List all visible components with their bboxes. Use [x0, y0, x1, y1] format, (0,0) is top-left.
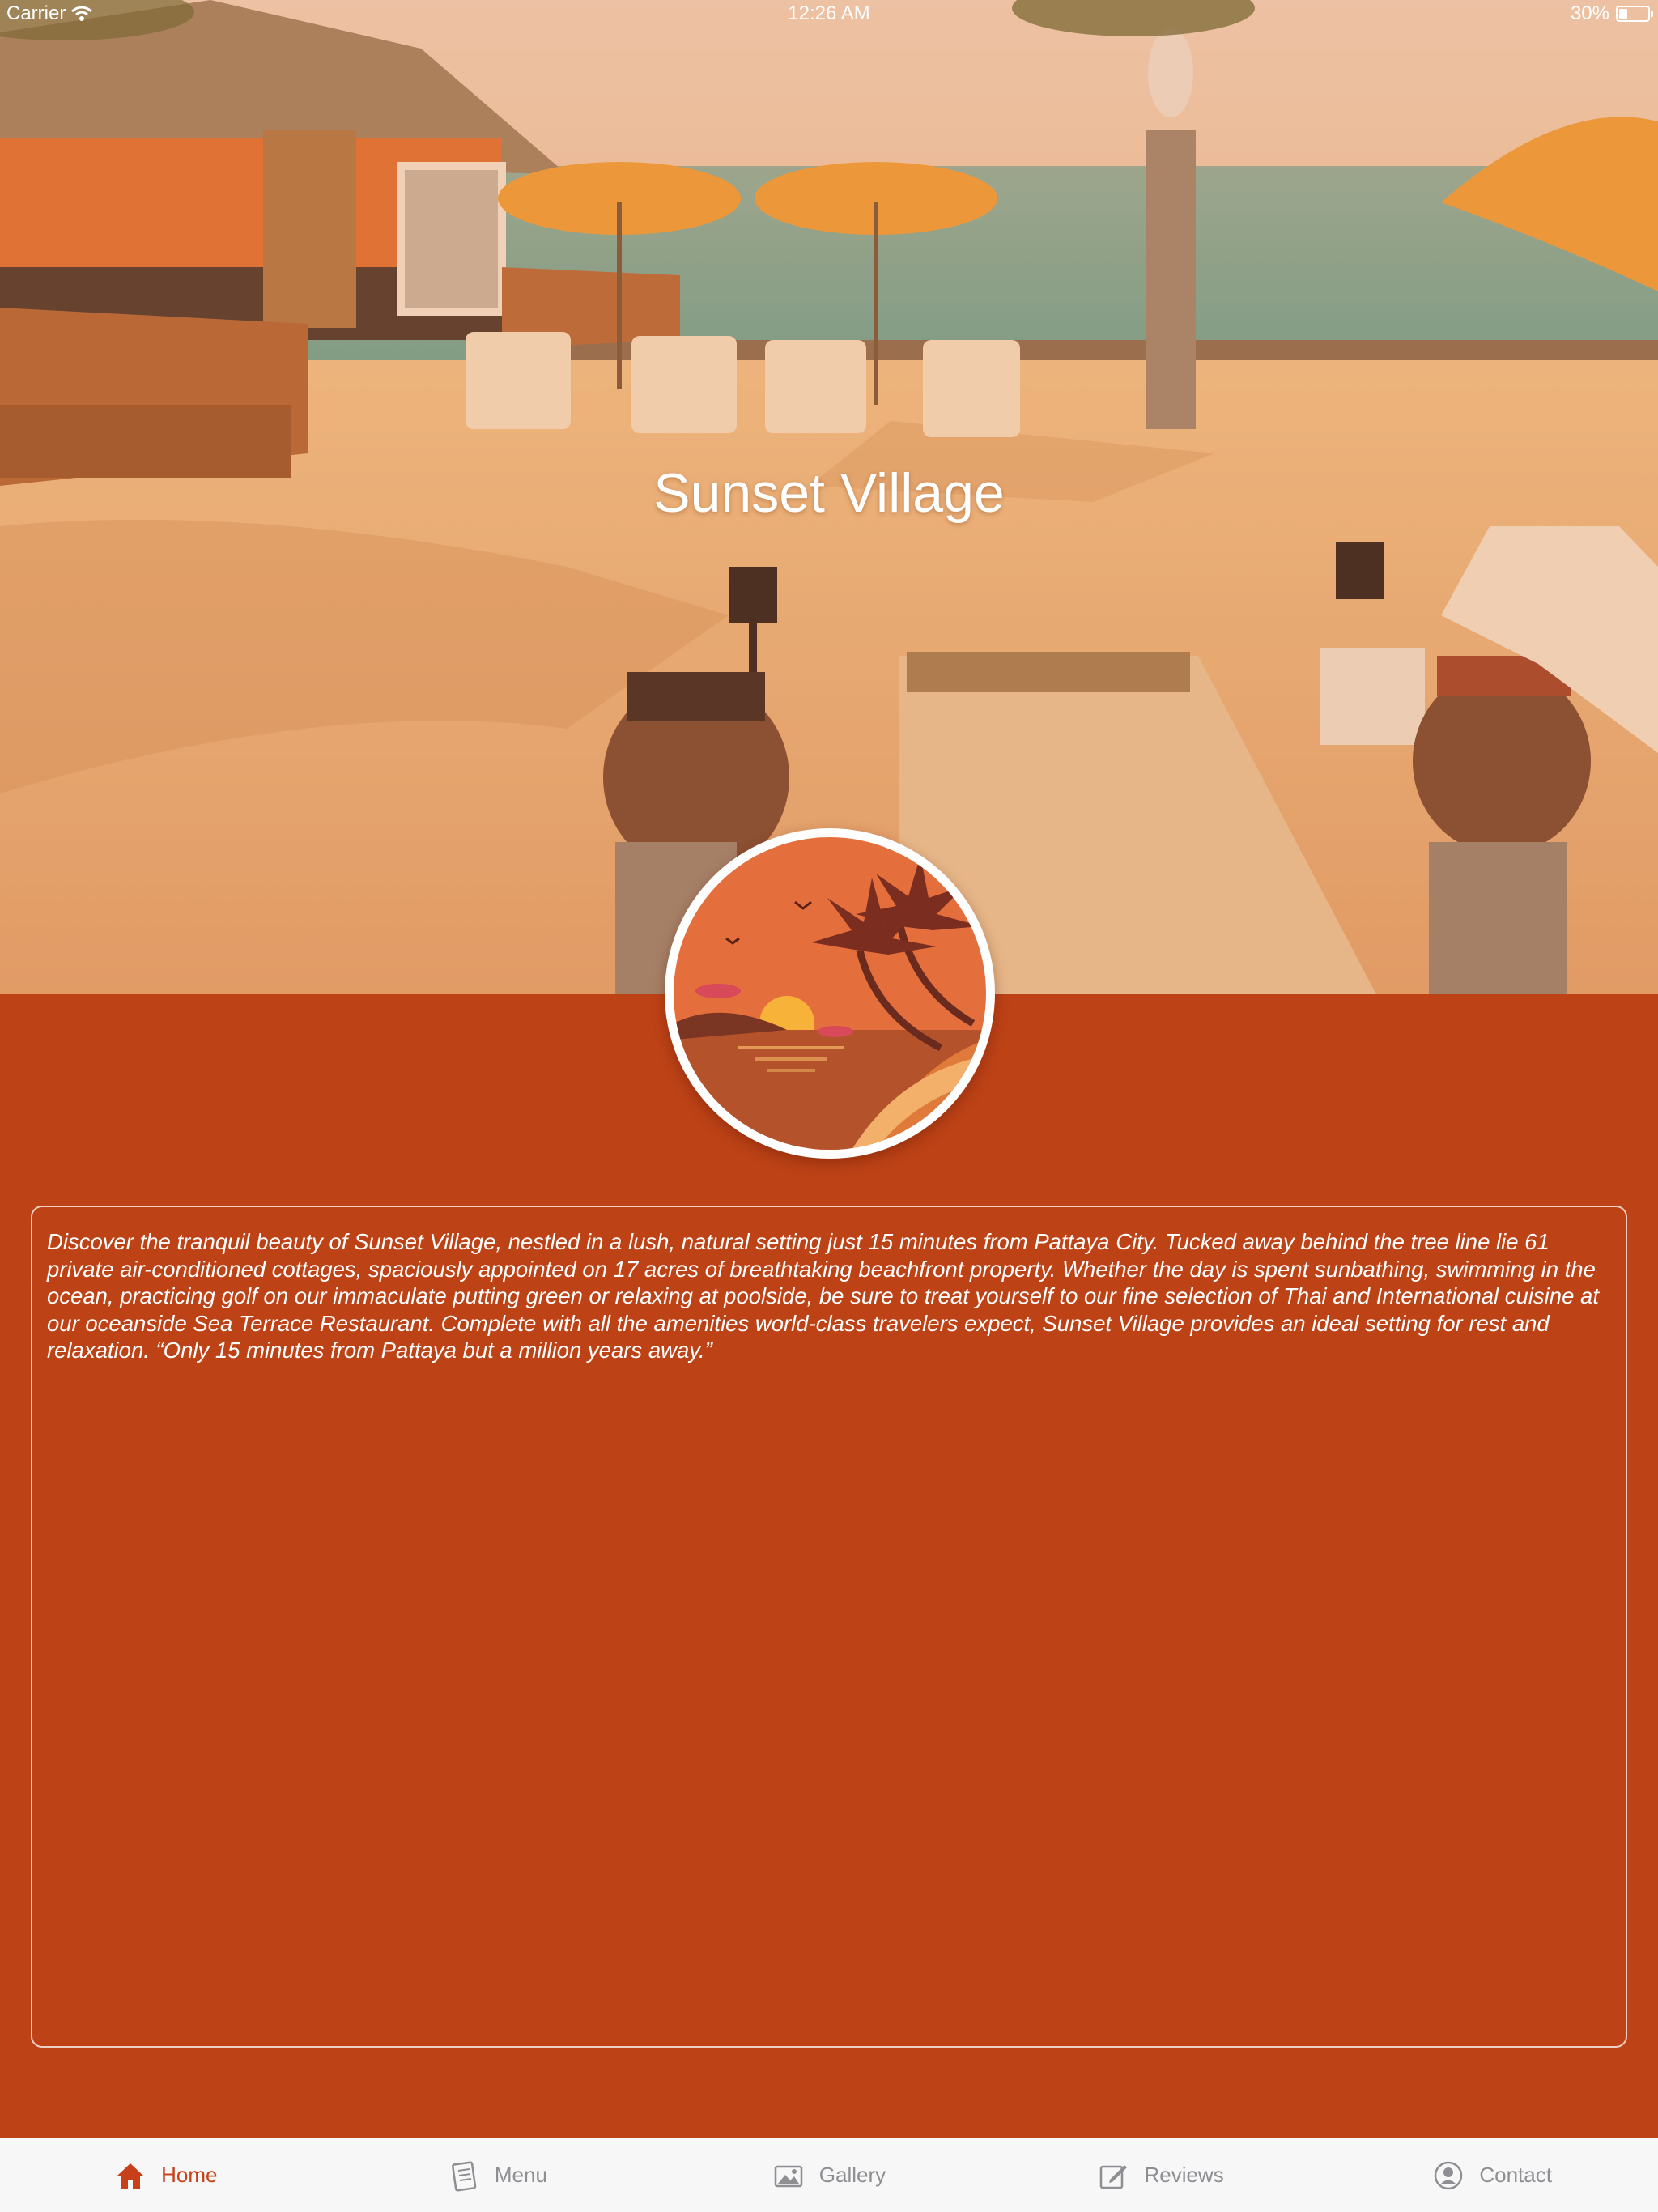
home-icon [117, 2163, 144, 2189]
sunset-palm-logo-icon [674, 837, 986, 1150]
status-bar: Carrier 12:26 AM 30% [0, 0, 1658, 29]
tab-bar: Home Menu Gallery Reviews Contact [0, 2138, 1658, 2212]
tab-label-contact: Contact [1479, 2163, 1552, 2187]
resort-logo [665, 828, 995, 1159]
tab-menu[interactable]: Menu [332, 2138, 664, 2212]
tab-gallery[interactable]: Gallery [663, 2138, 995, 2212]
tab-reviews[interactable]: Reviews [995, 2138, 1327, 2212]
contact-icon [1435, 2161, 1463, 2189]
gallery-icon [774, 2165, 803, 2187]
battery-icon [1616, 6, 1653, 22]
tab-label-reviews: Reviews [1144, 2163, 1224, 2187]
page-title: Sunset Village [653, 462, 1005, 524]
description-text: Discover the tranquil beauty of Sunset V… [47, 1229, 1599, 1363]
tab-label-gallery: Gallery [818, 2163, 886, 2187]
tab-home[interactable]: Home [0, 2138, 332, 2212]
battery-indicator: 30% [1570, 2, 1653, 25]
tab-label-home: Home [161, 2163, 218, 2187]
tab-contact[interactable]: Contact [1326, 2138, 1658, 2212]
description-box[interactable]: Discover the tranquil beauty of Sunset V… [31, 1206, 1627, 2048]
tab-label-menu: Menu [494, 2163, 547, 2187]
status-time: 12:26 AM [788, 2, 870, 24]
battery-percent: 30% [1570, 2, 1609, 24]
reviews-icon [1100, 2164, 1128, 2189]
menu-icon [451, 2160, 477, 2191]
